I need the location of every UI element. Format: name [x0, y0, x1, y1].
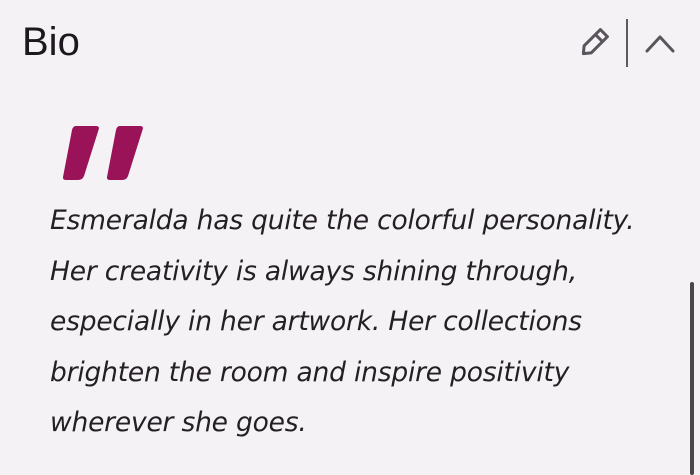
bio-line: Her creativity is always shining through…	[50, 255, 577, 287]
actions-divider	[626, 19, 628, 67]
pencil-icon	[581, 28, 609, 56]
section-title: Bio	[22, 20, 80, 64]
quote-mark-icon	[62, 126, 143, 180]
bio-quote-text: Esmeralda has quite the colorful persona…	[50, 196, 650, 449]
bio-line: Esmeralda has quite the colorful persona…	[50, 205, 635, 236]
header-actions	[574, 18, 680, 68]
bio-line: wherever she goes.	[50, 407, 307, 438]
edit-button[interactable]	[574, 21, 614, 65]
bio-header: Bio	[0, 0, 700, 90]
scrollbar[interactable]	[690, 282, 694, 475]
bio-line: especially in her artwork. Her collectio…	[50, 306, 582, 337]
bio-line: brighten the room and inspire positivity	[50, 356, 570, 388]
chevron-up-icon	[645, 35, 675, 53]
collapse-button[interactable]	[640, 21, 680, 65]
